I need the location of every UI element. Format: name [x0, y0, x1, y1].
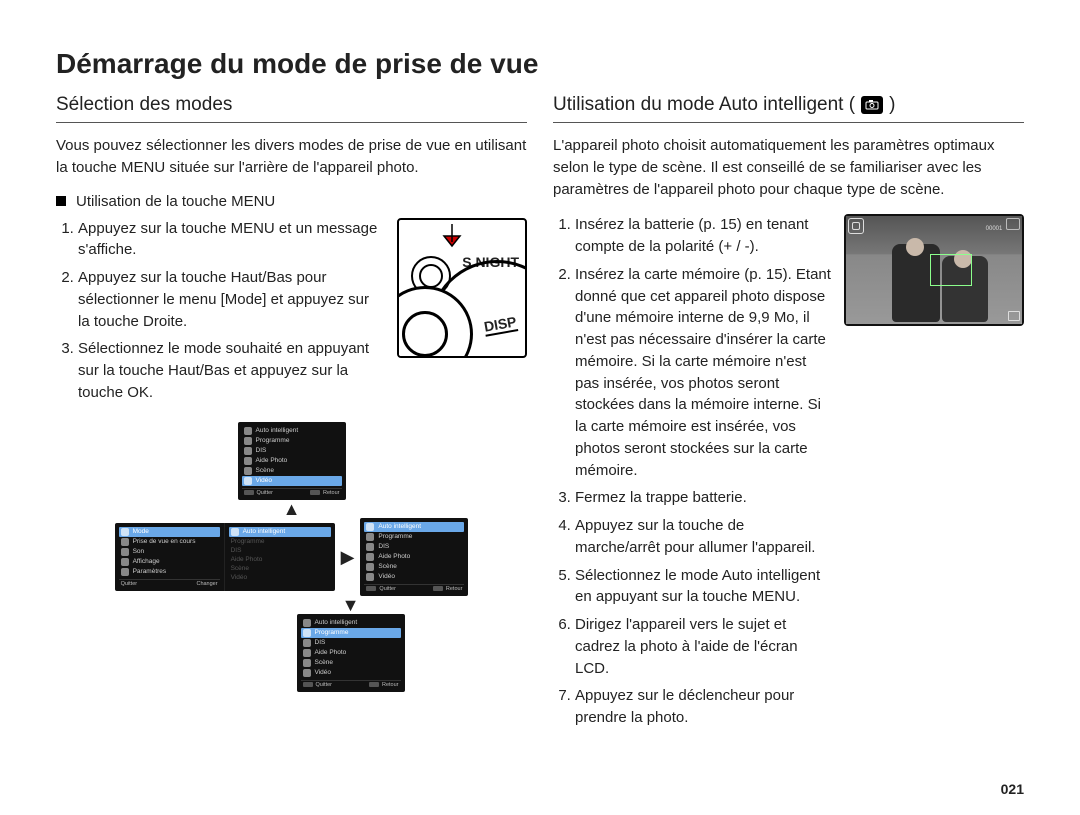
footer-quit: Quitter [244, 490, 274, 496]
footer-back: Retour [310, 490, 340, 496]
screen-menu-a: Auto intelligent Programme DIS Aide Phot… [238, 422, 346, 500]
right-step-7: Appuyez sur le déclencheur pour prendre … [575, 685, 832, 729]
right-step-4: Appuyez sur la touche de marche/arrêt po… [575, 515, 832, 559]
menu-usage-subhead: Utilisation de la touche MENU [56, 193, 527, 210]
menu-item: Vidéo [378, 573, 395, 580]
footer-back: Retour [369, 682, 399, 688]
menu-item-selected: Vidéo [256, 477, 273, 484]
focus-frame-icon [930, 254, 972, 286]
menu-item: DIS [256, 447, 267, 454]
screen-menu-c: Auto intelligent Programme DIS Aide Phot… [297, 614, 405, 692]
menu-item-selected: Auto intelligent [243, 528, 286, 535]
lcd-bottom-icons [1008, 311, 1020, 323]
menu-item-selected: Programme [315, 629, 349, 636]
footer-change: Changer [196, 581, 217, 587]
left-column: Sélection des modes Vous pouvez sélectio… [56, 94, 527, 735]
intro-right: L'appareil photo choisit automatiquement… [553, 135, 1024, 200]
left-step-1: Appuyez sur la touche MENU et un message… [78, 218, 383, 262]
footer-quit: Quitter [303, 682, 333, 688]
screen-menu-b: Auto intelligent Programme DIS Aide Phot… [360, 518, 468, 596]
intro-left: Vous pouvez sélectionner les divers mode… [56, 135, 527, 179]
menu-item: Scène [378, 563, 396, 570]
right-column: Utilisation du mode Auto intelligent ( )… [553, 94, 1024, 735]
right-steps: Insérez la batterie (p. 15) en tenant co… [553, 214, 832, 729]
menu-item: Aide Photo [378, 553, 410, 560]
heading-text: Utilisation du mode Auto intelligent ( [553, 94, 855, 116]
battery-icon [1006, 218, 1020, 230]
menu-item: Aide Photo [256, 457, 288, 464]
rule [553, 122, 1024, 123]
right-step-2: Insérez la carte mémoire (p. 15). Etant … [575, 264, 832, 482]
camera-back-diagram: S.NIGHT DISP [397, 218, 527, 358]
menu-screens-flow: Auto intelligent Programme DIS Aide Phot… [56, 422, 527, 692]
footer-quit: Quitter [366, 586, 396, 592]
lcd-topbar: 00001 [848, 218, 1020, 232]
menu-item: DIS [231, 547, 242, 554]
subheading-selection-modes: Sélection des modes [56, 94, 527, 116]
up-arrow-icon: ▲ [283, 500, 301, 518]
left-steps-1-3: Appuyez sur la touche MENU et un message… [56, 218, 383, 404]
menu-item: DIS [315, 639, 326, 646]
down-arrow-icon: ▼ [342, 596, 360, 614]
page-number: 021 [1001, 781, 1024, 797]
rule [56, 122, 527, 123]
frame-counter: 00001 [986, 226, 1003, 232]
menu-item: Vidéo [231, 574, 248, 581]
menu-item: Prise de vue en cours [133, 538, 196, 545]
right-step-6: Dirigez l'appareil vers le sujet et cadr… [575, 614, 832, 679]
menu-item: Scène [231, 565, 249, 572]
menu-item-selected: Auto intelligent [378, 523, 421, 530]
heading-text: ) [889, 94, 895, 116]
footer-quit: Quitter [121, 581, 138, 587]
right-step-1: Insérez la batterie (p. 15) en tenant co… [575, 214, 832, 258]
footer-back: Retour [433, 586, 463, 592]
menu-usage-label: Utilisation de la touche MENU [76, 193, 275, 210]
menu-item: Programme [256, 437, 290, 444]
square-bullet-icon [56, 196, 66, 206]
left-step-3: Sélectionnez le mode souhaité en appuyan… [78, 338, 383, 403]
down-arrow-icon [439, 224, 465, 254]
menu-item: Vidéo [315, 669, 332, 676]
menu-item: Auto intelligent [256, 427, 299, 434]
card-icon [1008, 311, 1020, 321]
menu-item: Aide Photo [231, 556, 263, 563]
smart-auto-mode-icon [861, 96, 883, 114]
menu-item: Affichage [133, 558, 160, 565]
manual-page: Démarrage du mode de prise de vue Sélect… [0, 0, 1080, 815]
left-step-2: Appuyez sur la touche Haut/Bas pour séle… [78, 267, 383, 332]
menu-item: Programme [378, 533, 412, 540]
menu-item: Programme [231, 538, 265, 545]
right-step-3: Fermez la trappe batterie. [575, 487, 832, 509]
menu-item: Aide Photo [315, 649, 347, 656]
right-step-5: Sélectionnez le mode Auto intelligent en… [575, 565, 832, 609]
menu-item: Paramètres [133, 568, 167, 575]
page-title: Démarrage du mode de prise de vue [56, 48, 1024, 80]
right-arrow-icon: ▶ [341, 548, 355, 566]
menu-item-selected: Mode [133, 528, 149, 535]
menu-item: Son [133, 548, 145, 555]
menu-item: Scène [315, 659, 333, 666]
subheading-auto-intelligent: Utilisation du mode Auto intelligent ( ) [553, 94, 1024, 116]
menu-item: DIS [378, 543, 389, 550]
menu-item: Scène [256, 467, 274, 474]
lcd-preview: 00001 [844, 214, 1024, 326]
menu-item: Auto intelligent [315, 619, 358, 626]
screen-mode-menu: Mode Prise de vue en cours Son Affichage… [115, 523, 335, 591]
